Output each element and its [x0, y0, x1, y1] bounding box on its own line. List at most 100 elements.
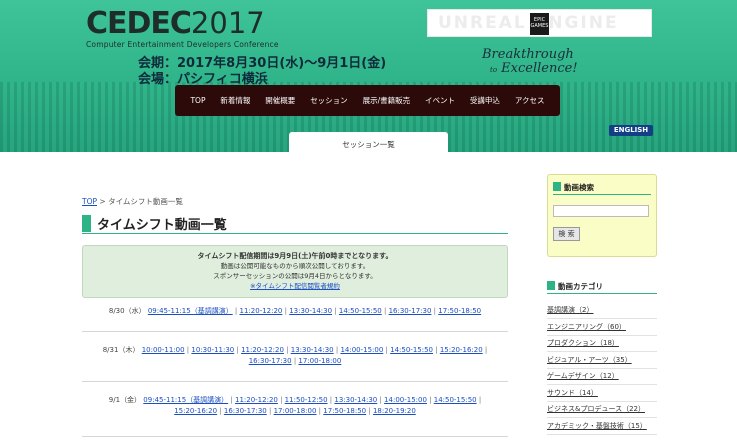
sponsor-banner[interactable]: UNREAL ENGINE EPIC GAMES	[427, 9, 652, 37]
video-category-heading: 動画カテゴリ	[547, 281, 657, 294]
timeslot-link[interactable]: 17:50-18:50	[438, 307, 481, 315]
timeslot-link[interactable]: 18:20-19:20	[373, 407, 416, 415]
timeslot-link[interactable]: 17:00-18:00	[298, 357, 341, 365]
timeslot-link[interactable]: 15:20-16:20	[174, 407, 217, 415]
tab-session-list[interactable]: セッション一覧	[289, 132, 448, 158]
timeslot-link[interactable]: 11:20-12:20	[240, 307, 283, 315]
schedule-row: 15:20-16:20 | 16:30-17:30 | 17:00-18:00 …	[82, 406, 508, 417]
cedec-logo[interactable]: CEDEC2017 Computer Entertainment Develop…	[86, 8, 279, 49]
timeslot-separator: |	[433, 346, 440, 354]
nav-item-registration[interactable]: 受講申込	[470, 95, 500, 106]
nav-item-exhibition[interactable]: 展示/書籍販売	[363, 95, 411, 106]
category-divider	[547, 384, 657, 385]
category-divider	[547, 417, 657, 418]
video-search-heading: 動画検索	[553, 182, 594, 193]
title-accent-bar	[82, 215, 91, 232]
search-input[interactable]	[553, 205, 649, 217]
timeslot-link[interactable]: 10:30-11:30	[191, 346, 234, 354]
timeslot-separator: |	[426, 396, 434, 404]
timeslot-link[interactable]: 14:50-15:50	[434, 396, 477, 404]
tagline-line1: Breakthrough	[482, 47, 574, 62]
tagline-to: to	[490, 66, 498, 74]
timeslot-separator: |	[266, 407, 274, 415]
notice-line1: タイムシフト配信期間は9月9日(土)午前0時までとなります。	[197, 252, 393, 260]
timeslot-link[interactable]: 16:30-17:30	[249, 357, 292, 365]
category-item[interactable]: 基調講演（2）	[547, 304, 657, 316]
category-item[interactable]: ビジネス&プロデュース（22）	[547, 403, 657, 415]
timeslot-link[interactable]: 17:50-18:50	[323, 407, 366, 415]
timeslot-separator: |	[283, 346, 291, 354]
schedule-row: 8/30（水） 09:45-11:15（基調講演） | 11:20-12:20 …	[82, 306, 508, 317]
timeslot-link[interactable]: 14:50-15:50	[339, 307, 382, 315]
category-label: ビジュアル・アーツ（35）	[547, 355, 632, 364]
category-divider	[547, 334, 657, 336]
timeslot-link[interactable]: 11:50-12:50	[285, 396, 328, 404]
timeslot-separator: |	[476, 396, 482, 404]
category-label: プロダクション（18）	[547, 339, 619, 347]
nav-item-event[interactable]: イベント	[425, 95, 455, 106]
timeslot-separator: |	[228, 396, 235, 404]
timeslot-link[interactable]: 14:00-15:00	[340, 346, 383, 354]
tagline-line2-wrap: to Excellence!	[482, 62, 578, 77]
category-divider	[547, 318, 657, 319]
nav-item-top[interactable]: TOP	[190, 96, 205, 105]
timeslot-link[interactable]: 09:45-11:15（基調講演）	[143, 396, 228, 404]
category-item[interactable]: サウンド（14）	[547, 387, 657, 399]
timeslot-separator: |	[366, 407, 373, 415]
page-title: タイムシフト動画一覧	[82, 214, 508, 234]
timeslot-link[interactable]: 14:50-15:50	[390, 346, 433, 354]
tagline-logo: Breakthrough to Excellence!	[482, 48, 578, 77]
category-item[interactable]: アカデミック・基盤技術（15）	[547, 420, 657, 432]
category-item[interactable]: ゲームデザイン（12）	[547, 370, 657, 382]
category-divider	[547, 433, 657, 435]
search-heading-underline	[553, 194, 651, 195]
search-accent-bar	[553, 182, 561, 191]
timeslot-link[interactable]: 11:20-12:20	[241, 346, 284, 354]
notice-line3: スポンサーセッションの公開は9月4日からとなります。	[213, 272, 377, 280]
schedule-divider	[82, 381, 508, 382]
category-item[interactable]: エンジニアリング（60）	[547, 321, 657, 333]
category-label: エンジニアリング（60）	[547, 322, 626, 331]
timeslot-link[interactable]: 16:30-17:30	[389, 307, 432, 315]
timeslot-link[interactable]: 11:20-12:20	[235, 396, 278, 404]
category-label: サウンド（14）	[547, 388, 598, 397]
schedule-divider	[82, 436, 508, 437]
breadcrumb-home-link[interactable]: TOP	[82, 197, 97, 206]
video-category-title: 動画カテゴリ	[558, 282, 603, 291]
timeslot-link[interactable]: 14:00-15:00	[384, 396, 427, 404]
search-button[interactable]: 検 索	[553, 227, 580, 241]
category-label: ゲームデザイン（12）	[547, 372, 619, 380]
timeslot-link[interactable]: 13:30-14:30	[291, 346, 334, 354]
category-label: ビジネス&プロデュース（22）	[547, 405, 646, 413]
notice-line2: 動画は公開可能なものから順次公開しております。	[220, 262, 370, 270]
timeslot-link[interactable]: 09:45-11:15（基調講演）	[148, 307, 233, 315]
logo-main: CEDEC	[86, 6, 192, 41]
timeslot-link[interactable]: 13:30-14:30	[289, 307, 332, 315]
schedule-date: 8/30（水）	[108, 307, 146, 315]
main-nav: TOP 新着情報 開催概要 セッション 展示/書籍販売 イベント 受講申込 アク…	[175, 85, 560, 116]
timeslot-link[interactable]: 13:30-14:30	[334, 396, 377, 404]
timeslot-separator: |	[482, 346, 488, 354]
category-item[interactable]: ビジュアル・アーツ（35）	[547, 354, 657, 366]
english-button[interactable]: ENGLISH	[609, 125, 653, 136]
timeslot-link[interactable]: 17:00-18:00	[274, 407, 317, 415]
breadcrumb-current: タイムシフト動画一覧	[108, 197, 183, 206]
schedule-date: 9/1（金）	[108, 396, 142, 404]
timeslot-separator: |	[277, 396, 285, 404]
epic-games-logo: EPIC GAMES	[530, 13, 549, 35]
nav-item-news[interactable]: 新着情報	[220, 95, 250, 106]
site-header: CEDEC2017 Computer Entertainment Develop…	[0, 0, 737, 152]
timeslot-separator: |	[381, 307, 389, 315]
timeslot-separator: |	[217, 407, 224, 415]
nav-item-overview[interactable]: 開催概要	[265, 95, 295, 106]
nav-item-session[interactable]: セッション	[310, 95, 348, 106]
terms-link[interactable]: ※タイムシフト配信閲覧者規約	[250, 282, 340, 290]
schedule-divider	[82, 331, 508, 332]
nav-item-access[interactable]: アクセス	[515, 95, 545, 106]
category-item[interactable]: プロダクション（18）	[547, 337, 657, 349]
timeslot-link[interactable]: 10:00-11:00	[142, 346, 185, 354]
schedule-row: 16:30-17:30 | 17:00-18:00	[82, 356, 508, 367]
schedule-row: 9/1（金） 09:45-11:15（基調講演） | 11:20-12:20 |…	[82, 395, 508, 406]
timeslot-link[interactable]: 16:30-17:30	[224, 407, 267, 415]
timeslot-link[interactable]: 15:20-16:20	[440, 346, 483, 354]
